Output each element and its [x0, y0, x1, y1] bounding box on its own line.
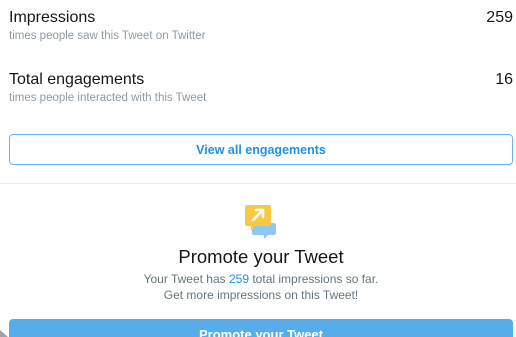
promote-icon: [245, 205, 276, 239]
promote-tweet-button[interactable]: Promote your Tweet: [9, 319, 513, 337]
impressions-label: Impressions: [9, 9, 96, 26]
promote-title: Promote your Tweet: [178, 246, 344, 267]
impressions-description: times people saw this Tweet on Twitter: [9, 30, 206, 42]
promote-text-prefix: Your Tweet has: [143, 272, 229, 286]
engagements-description: times people interacted with this Tweet: [9, 92, 207, 104]
promote-impressions-text: Your Tweet has 259 total impressions so …: [0, 272, 516, 286]
engagements-metric: Total engagements 16 times people intera…: [9, 71, 514, 104]
promote-impressions-count: 259: [228, 272, 250, 286]
view-all-engagements-button[interactable]: View all engagements: [9, 134, 513, 165]
impressions-metric: Impressions 259 times people saw this Tw…: [9, 9, 514, 42]
section-divider: [0, 183, 516, 184]
resize-handle-icon: [0, 330, 8, 337]
engagements-value: 16: [495, 71, 513, 88]
impressions-value: 259: [486, 9, 513, 26]
promote-text-suffix: total impressions so far.: [249, 272, 379, 286]
engagements-label: Total engagements: [9, 71, 145, 88]
promote-call-to-action: Get more impressions on this Tweet!: [163, 288, 359, 302]
